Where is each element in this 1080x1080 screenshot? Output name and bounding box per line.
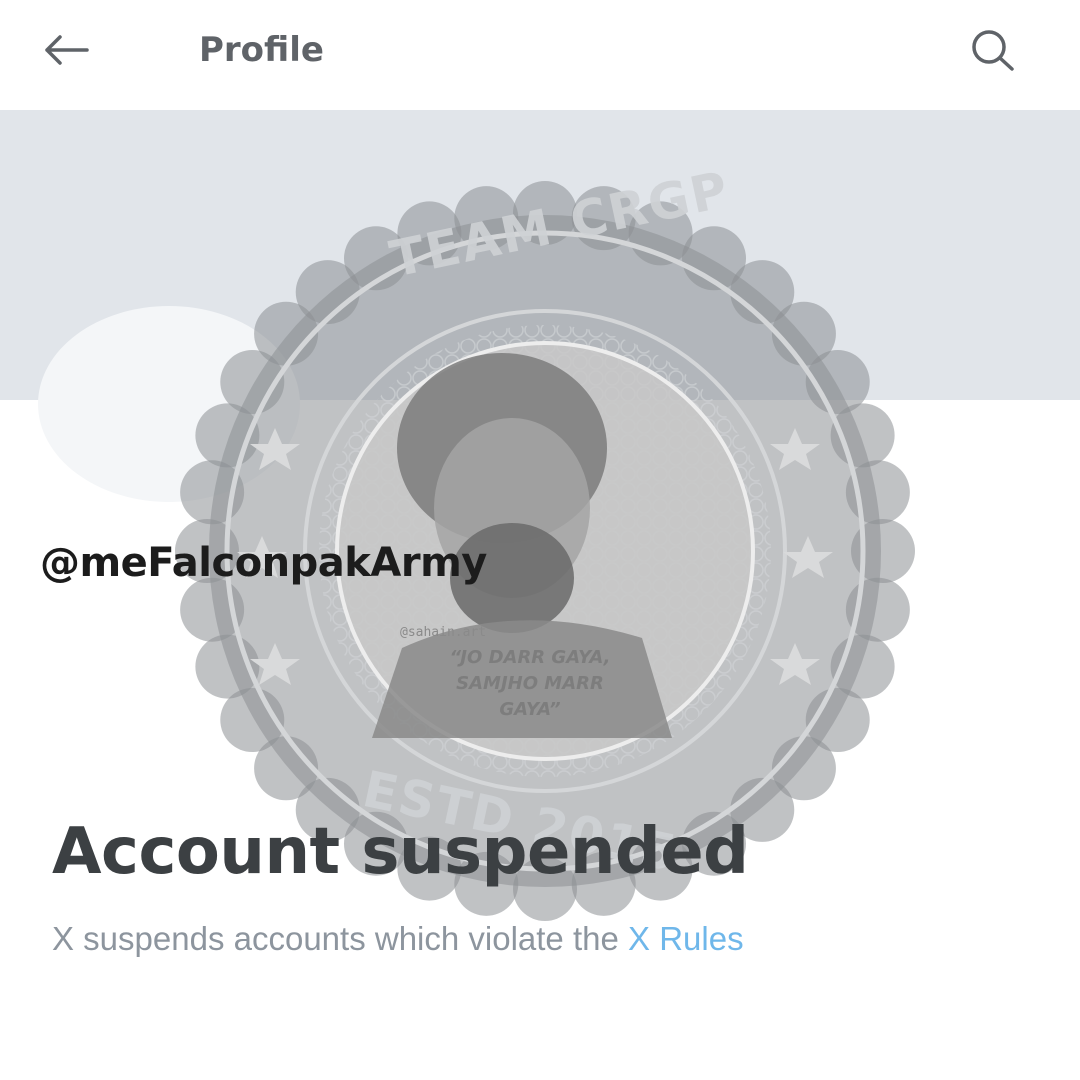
seal-scallop — [220, 688, 285, 752]
avatar[interactable] — [38, 306, 300, 502]
search-button[interactable] — [962, 24, 1024, 76]
suspension-title: Account suspended — [52, 815, 749, 889]
seal-scallop — [830, 634, 895, 699]
arrow-left-icon — [45, 35, 89, 65]
quote-line: “JO DARR GAYA, — [449, 647, 611, 668]
seal-scallop — [851, 519, 915, 583]
seal-scallop — [195, 634, 260, 699]
seal-scallop — [254, 736, 319, 801]
back-button[interactable] — [38, 24, 94, 76]
top-app-bar: Profile — [0, 0, 1080, 110]
quote-line: SAMJHO MARR — [456, 673, 604, 694]
x-rules-link[interactable]: X Rules — [628, 920, 744, 957]
artist-credit: @sahain.art — [400, 625, 487, 640]
suspension-description: X suspends accounts which violate the X … — [52, 920, 744, 958]
seal-scallop — [180, 577, 245, 642]
seal-scallop — [771, 736, 836, 801]
seal-scallop — [845, 577, 910, 642]
seal-scallop — [805, 688, 870, 752]
search-icon — [972, 30, 1014, 71]
suspension-description-text: X suspends accounts which violate the — [52, 920, 629, 957]
page-title: Profile — [199, 30, 324, 70]
seal-scallop — [830, 403, 895, 468]
seal-scallop — [845, 460, 910, 525]
quote-line: GAYA” — [499, 699, 561, 720]
user-handle: @meFalconpakArmy — [40, 540, 487, 586]
seal-quote: “JO DARR GAYA, SAMJHO MARR GAYA” — [430, 645, 630, 723]
